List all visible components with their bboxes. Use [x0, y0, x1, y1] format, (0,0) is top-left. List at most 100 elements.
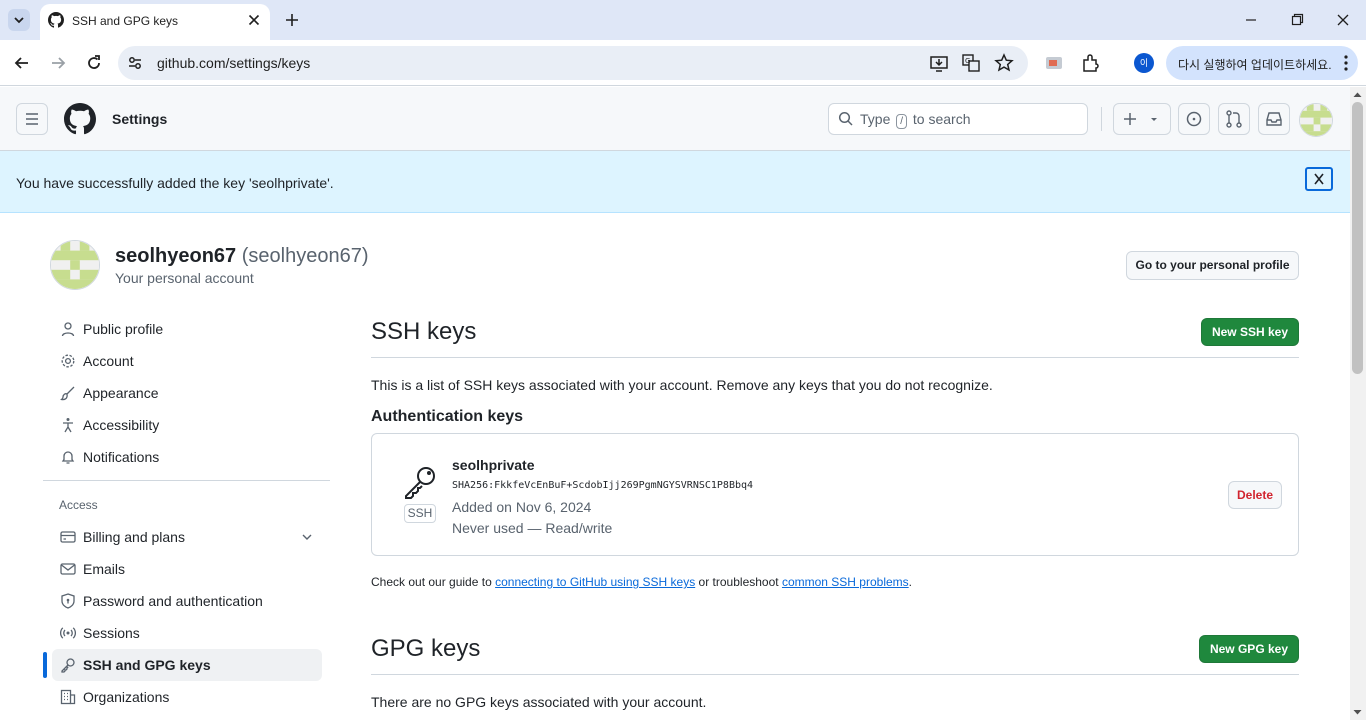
ssh-section-divider	[371, 357, 1299, 358]
search-input[interactable]: Type / to search	[828, 103, 1088, 135]
bell-icon	[61, 451, 75, 464]
sidebar-item-appearance[interactable]: Appearance	[52, 377, 322, 409]
update-chrome-button[interactable]: 다시 실행하여 업데이트하세요.	[1166, 46, 1358, 80]
mail-icon	[60, 563, 76, 575]
user-avatar[interactable]	[1299, 103, 1333, 137]
extensions-icon[interactable]	[1080, 52, 1102, 74]
forward-icon[interactable]	[47, 52, 69, 74]
update-label: 다시 실행하여 업데이트하세요.	[1178, 58, 1332, 72]
browser-tab-strip: SSH and GPG keys	[0, 0, 1366, 40]
account-login: (seolhyeon67)	[241, 245, 369, 267]
ssh-key-added-date: Added on Nov 6, 2024	[452, 499, 592, 515]
new-ssh-key-label: New SSH key	[1211, 325, 1289, 339]
ssh-key-fingerprint: SHA256:FkkfeVcEnBuF+ScdobIjj269PgmNGYSVR…	[452, 480, 754, 491]
sidebar-item-label: Appearance	[83, 385, 159, 401]
scroll-down-arrow-icon[interactable]	[1352, 708, 1363, 717]
sidebar-item-accessibility[interactable]: Accessibility	[52, 409, 322, 441]
ssh-guide-text: Check out our guide to connecting to Git…	[371, 575, 912, 589]
sidebar-item-label: Account	[83, 353, 134, 369]
authentication-keys-heading: Authentication keys	[371, 408, 524, 425]
pull-request-icon	[1226, 110, 1242, 128]
hamburger-icon	[26, 113, 38, 125]
search-prefix: Type	[860, 111, 891, 127]
plus-dropdown-icon	[1124, 113, 1157, 125]
ssh-keys-heading: SSH keys	[371, 318, 477, 345]
header-title[interactable]: Settings	[112, 111, 167, 127]
new-gpg-key-label: New GPG key	[1209, 642, 1289, 656]
close-icon	[1314, 173, 1324, 185]
sidebar-item-ssh-gpg-keys[interactable]: SSH and GPG keys	[52, 649, 322, 681]
sidebar-item-sessions[interactable]: Sessions	[52, 617, 322, 649]
hamburger-menu-button[interactable]	[16, 103, 48, 135]
svg-text:G: G	[965, 57, 970, 65]
search-suffix: to search	[912, 111, 971, 127]
sidebar-item-organizations[interactable]: Organizations	[52, 681, 322, 713]
sidebar-item-password-auth[interactable]: Password and authentication	[52, 585, 322, 617]
restore-icon[interactable]	[1286, 9, 1308, 31]
sidebar-item-label: Emails	[83, 561, 126, 577]
ssh-type-label: SSH	[404, 504, 436, 523]
sidebar-item-label: Password and authentication	[83, 593, 263, 609]
guide-middle: or troubleshoot	[698, 575, 779, 589]
reload-icon[interactable]	[83, 52, 105, 74]
sidebar-item-billing[interactable]: Billing and plans	[52, 521, 322, 553]
sidebar-item-emails[interactable]: Emails	[52, 553, 322, 585]
github-logo-icon[interactable]	[64, 103, 96, 135]
accessibility-icon	[63, 418, 73, 433]
gpg-description: There are no GPG keys associated with yo…	[371, 694, 707, 710]
go-to-profile-button[interactable]: Go to your personal profile	[1126, 251, 1299, 280]
chrome-menu-icon[interactable]	[1335, 52, 1357, 74]
inbox-button[interactable]	[1258, 103, 1290, 135]
site-info-icon[interactable]	[124, 52, 146, 74]
new-ssh-key-button[interactable]: New SSH key	[1201, 318, 1299, 346]
tab-close-icon[interactable]	[246, 12, 262, 28]
pull-requests-button[interactable]	[1218, 103, 1250, 135]
delete-key-button[interactable]: Delete	[1228, 481, 1282, 509]
issues-button[interactable]	[1178, 103, 1210, 135]
account-name[interactable]: seolhyeon67 (seolhyeon67)	[115, 245, 368, 268]
github-header: Settings Type / to search	[0, 87, 1350, 151]
media-cast-icon[interactable]	[1043, 52, 1065, 74]
gpg-section-divider	[371, 674, 1299, 675]
chrome-profile-avatar[interactable]: 이	[1134, 53, 1154, 73]
sidebar-item-label: Public profile	[83, 321, 164, 337]
gpg-keys-heading: GPG keys	[371, 635, 481, 662]
chevron-down-icon[interactable]	[299, 529, 315, 545]
scroll-up-arrow-icon[interactable]	[1352, 90, 1363, 99]
create-new-button[interactable]	[1113, 103, 1171, 135]
account-display-name: seolhyeon67	[115, 245, 237, 267]
ssh-problems-link[interactable]: common SSH problems	[782, 575, 909, 589]
sidebar-item-public-profile[interactable]: Public profile	[52, 313, 322, 345]
address-bar[interactable]: github.com/settings/keys G	[118, 46, 1028, 80]
minimize-icon[interactable]	[1240, 9, 1262, 31]
sidebar-item-label: Notifications	[83, 449, 160, 465]
flash-close-button[interactable]	[1305, 167, 1333, 191]
bookmark-star-icon[interactable]	[993, 52, 1015, 74]
back-icon[interactable]	[11, 52, 33, 74]
account-avatar	[50, 240, 100, 290]
account-subtitle: Your personal account	[115, 270, 254, 286]
browser-toolbar: github.com/settings/keys G 이 다시 실행하여 업데이…	[0, 40, 1366, 86]
ssh-key-icon	[402, 464, 438, 500]
url-text: github.com/settings/keys	[157, 55, 311, 71]
broadcast-icon	[60, 627, 76, 639]
browser-tab[interactable]: SSH and GPG keys	[40, 4, 270, 40]
shield-lock-icon	[61, 593, 75, 609]
profile-initial: 이	[1139, 58, 1149, 68]
translate-icon[interactable]: G	[960, 52, 982, 74]
new-tab-icon[interactable]	[281, 9, 303, 31]
go-to-profile-label: Go to your personal profile	[1135, 258, 1290, 272]
new-gpg-key-button[interactable]: New GPG key	[1199, 635, 1299, 663]
ssh-description: This is a list of SSH keys associated wi…	[371, 377, 993, 393]
close-window-icon[interactable]	[1332, 9, 1354, 31]
sidebar-divider	[43, 480, 330, 481]
tab-search-chevron-icon[interactable]	[8, 9, 30, 31]
sidebar-item-label: SSH and GPG keys	[83, 657, 211, 673]
install-app-icon[interactable]	[928, 52, 950, 74]
sidebar-item-notifications[interactable]: Notifications	[52, 441, 322, 473]
sidebar-item-label: Billing and plans	[83, 529, 185, 545]
sidebar-item-account[interactable]: Account	[52, 345, 322, 377]
ssh-connect-guide-link[interactable]: connecting to GitHub using SSH keys	[495, 575, 695, 589]
scrollbar-thumb[interactable]	[1352, 102, 1363, 374]
sidebar-item-label: Organizations	[83, 689, 170, 705]
